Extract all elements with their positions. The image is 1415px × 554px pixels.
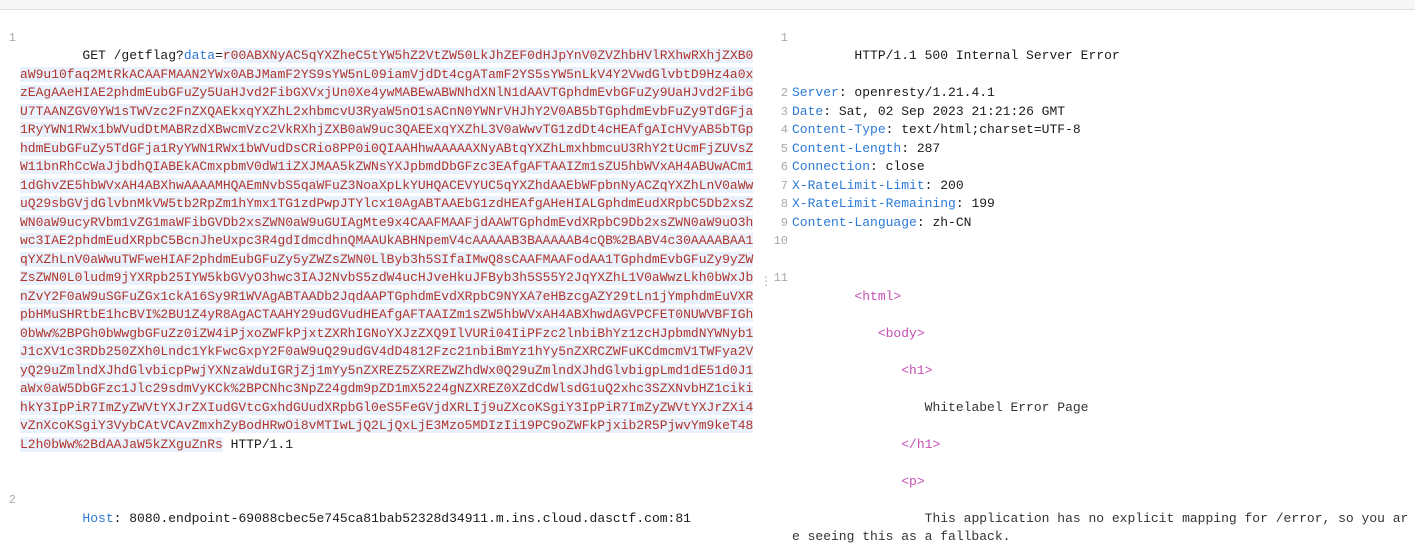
response-pane[interactable]: 1 HTTP/1.1 500 Internal Server Error 2Se…	[772, 10, 1415, 554]
line-number: 1	[0, 29, 16, 48]
toolbar-stub	[0, 0, 1415, 10]
request-path: /getflag?	[106, 48, 184, 63]
http-method: GET	[82, 48, 105, 63]
request-line[interactable]: 1 GET /getflag?data=r00ABXNyAC5qYXZheC5t…	[20, 10, 760, 473]
header-name: X-RateLimit-Limit	[792, 178, 925, 193]
html-tag: <html>	[854, 289, 901, 304]
header-value: Sat, 02 Sep 2023 21:21:26 GMT	[831, 104, 1065, 119]
header-value: 8080.endpoint-69088cbec5e745ca81bab52328…	[121, 511, 691, 526]
query-param-name: data	[184, 48, 215, 63]
request-header-line[interactable]: 2 Host: 8080.endpoint-69088cbec5e745ca81…	[20, 473, 760, 547]
query-param-value: r00ABXNyAC5qYXZheC5tYW5hZ2VtZW50LkJhZEF0…	[20, 48, 753, 452]
response-blank-line[interactable]: 10	[792, 232, 1415, 251]
response-status-line[interactable]: 1 HTTP/1.1 500 Internal Server Error	[792, 10, 1415, 84]
response-header-line[interactable]: 3Date: Sat, 02 Sep 2023 21:21:26 GMT	[792, 103, 1415, 122]
header-value: 200	[932, 178, 963, 193]
html-tag: <body>	[878, 326, 925, 341]
response-header-line[interactable]: 8X-RateLimit-Remaining: 199	[792, 195, 1415, 214]
header-name: X-RateLimit-Remaining	[792, 196, 956, 211]
response-header-line[interactable]: 6Connection: close	[792, 158, 1415, 177]
header-value: zh-CN	[925, 215, 972, 230]
html-tag: <p>	[901, 474, 924, 489]
header-name: Content-Type	[792, 122, 886, 137]
line-number: 2	[0, 491, 16, 510]
header-name: Connection	[792, 159, 870, 174]
header-value: 199	[964, 196, 995, 211]
response-header-line[interactable]: 7X-RateLimit-Limit: 200	[792, 177, 1415, 196]
request-code[interactable]: 1 GET /getflag?data=r00ABXNyAC5qYXZheC5t…	[0, 10, 760, 554]
header-name: Content-Length	[792, 141, 901, 156]
html-tag: </h1>	[901, 437, 940, 452]
response-header-line[interactable]: 2Server: openresty/1.21.4.1	[792, 84, 1415, 103]
line-number: 1	[772, 29, 788, 48]
pane-resize-handle[interactable]: ⋮	[760, 10, 772, 554]
header-value: openresty/1.21.4.1	[847, 85, 995, 100]
header-name: Content-Language	[792, 215, 917, 230]
response-code[interactable]: 1 HTTP/1.1 500 Internal Server Error 2Se…	[772, 10, 1415, 554]
request-header-line[interactable]: 3 Cache-Control: max-age=0	[20, 547, 760, 554]
http-status: HTTP/1.1 500 Internal Server Error	[854, 48, 1119, 63]
query-param-value-tail: w%2BdAAJaW5kZXguZnRs	[67, 437, 223, 452]
split-container: 1 GET /getflag?data=r00ABXNyAC5qYXZheC5t…	[0, 10, 1415, 554]
header-name: Host	[82, 511, 113, 526]
header-value: 287	[909, 141, 940, 156]
header-value: close	[878, 159, 925, 174]
response-header-line[interactable]: 5Content-Length: 287	[792, 140, 1415, 159]
html-tag: <h1>	[901, 363, 932, 378]
http-version: HTTP/1.1	[223, 437, 293, 452]
header-value: text/html;charset=UTF-8	[893, 122, 1080, 137]
header-name: Date	[792, 104, 823, 119]
response-header-line[interactable]: 9Content-Language: zh-CN	[792, 214, 1415, 233]
response-header-line[interactable]: 4Content-Type: text/html;charset=UTF-8	[792, 121, 1415, 140]
request-pane[interactable]: 1 GET /getflag?data=r00ABXNyAC5qYXZheC5t…	[0, 10, 760, 554]
body-text: This application has no explicit mapping…	[792, 511, 1408, 545]
response-body-line[interactable]: 11 <html> <body> <h1> Whitelabel Error P…	[792, 251, 1415, 554]
header-name: Server	[792, 85, 839, 100]
drag-dots-icon: ⋮	[760, 279, 772, 285]
body-text: Whitelabel Error Page	[925, 400, 1089, 415]
